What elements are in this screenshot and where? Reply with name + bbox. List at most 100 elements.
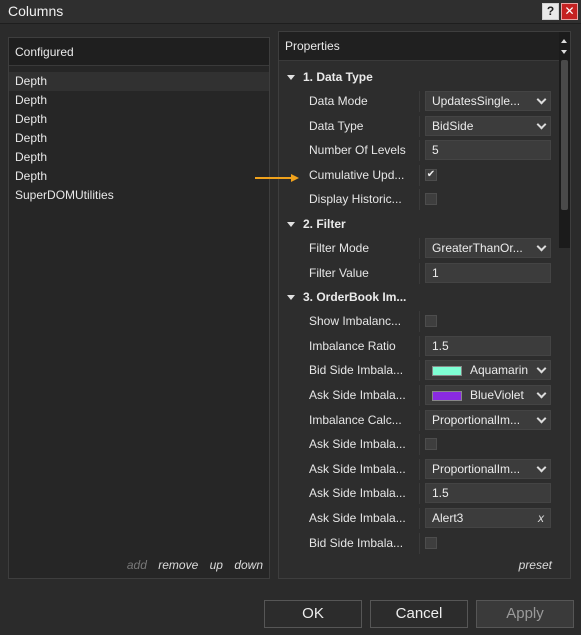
prop-ask-side-ratio: Ask Side Imbala... 1.5: [279, 481, 560, 506]
prop-imbalance-calc: Imbalance Calc... ProportionalIm...: [279, 408, 560, 433]
annotation-arrow-icon: [255, 174, 299, 182]
chevron-down-icon[interactable]: [538, 415, 546, 423]
chevron-down-icon[interactable]: [538, 96, 546, 104]
up-link[interactable]: up: [210, 558, 223, 572]
prop-label: Bid Side Imbala...: [309, 535, 404, 550]
help-button[interactable]: ?: [542, 3, 559, 20]
list-item[interactable]: Depth: [9, 167, 269, 186]
close-button[interactable]: ✕: [561, 3, 578, 20]
prop-display-historic: Display Historic...: [279, 187, 560, 212]
list-item[interactable]: Depth: [9, 148, 269, 167]
property-grid: 1. Data Type Data Mode UpdatesSingle... …: [279, 65, 560, 555]
down-link[interactable]: down: [234, 558, 263, 572]
show-imbalance-checkbox[interactable]: [425, 315, 437, 328]
data-type-dropdown[interactable]: BidSide: [425, 115, 551, 136]
collapse-triangle-icon[interactable]: [287, 221, 295, 227]
dropdown-value: Aquamarine: [470, 363, 528, 378]
prop-label: Show Imbalanc...: [309, 314, 402, 329]
display-historic-checkbox[interactable]: [425, 193, 437, 206]
ask-side-ratio-field[interactable]: 1.5: [425, 483, 551, 504]
color-swatch: [432, 390, 462, 401]
category-data-type[interactable]: 1. Data Type: [279, 65, 560, 89]
divider: [419, 140, 420, 162]
list-item[interactable]: Depth: [9, 91, 269, 110]
prop-bid-side-check: Bid Side Imbala...: [279, 531, 560, 556]
prop-bid-side-color: Bid Side Imbala... Aquamarine: [279, 358, 560, 383]
divider: [419, 507, 420, 529]
chevron-down-icon[interactable]: [538, 243, 546, 251]
divider: [419, 532, 420, 554]
divider: [419, 164, 420, 186]
chevron-down-icon[interactable]: [538, 390, 546, 398]
properties-header: Properties: [279, 32, 570, 61]
category-label: 3. OrderBook Im...: [303, 290, 407, 305]
data-mode-dropdown[interactable]: UpdatesSingle...: [425, 91, 551, 111]
prop-label: Bid Side Imbala...: [309, 363, 404, 378]
chevron-down-icon[interactable]: [538, 464, 546, 472]
imbalance-calc-dropdown[interactable]: ProportionalIm...: [425, 409, 551, 430]
collapse-triangle-icon[interactable]: [287, 75, 295, 80]
divider: [419, 409, 420, 431]
divider: [419, 237, 420, 259]
configured-header: Configured: [9, 38, 269, 66]
divider: [419, 434, 420, 456]
add-link[interactable]: add: [127, 558, 147, 572]
list-item[interactable]: Depth: [9, 129, 269, 148]
filter-mode-dropdown[interactable]: GreaterThanOr...: [425, 237, 551, 258]
prop-imbalance-ratio: Imbalance Ratio 1.5: [279, 334, 560, 359]
scroll-up-icon[interactable]: [561, 39, 567, 43]
remove-link[interactable]: remove: [158, 558, 198, 572]
preset-link[interactable]: preset: [519, 558, 552, 572]
divider: [419, 262, 420, 284]
category-label: 2. Filter: [303, 216, 346, 231]
prop-label: Imbalance Ratio: [309, 338, 396, 353]
filter-value-field[interactable]: 1: [425, 262, 551, 283]
configured-list: Depth Depth Depth Depth Depth Depth Supe…: [9, 66, 269, 205]
dropdown-value: UpdatesSingle...: [432, 94, 521, 108]
divider: [419, 115, 420, 137]
color-swatch: [432, 366, 462, 377]
bid-side-color-dropdown[interactable]: Aquamarine: [425, 360, 551, 381]
prop-label: Ask Side Imbala...: [309, 486, 406, 501]
apply-button[interactable]: Apply: [476, 600, 574, 628]
divider: [419, 458, 420, 480]
prop-label: Ask Side Imbala...: [309, 461, 406, 476]
scroll-down-icon[interactable]: [561, 50, 567, 54]
ask-side-color-dropdown[interactable]: BlueViolet: [425, 384, 551, 405]
ok-button[interactable]: OK: [264, 600, 362, 628]
clear-icon[interactable]: x: [538, 509, 544, 527]
number-of-levels-field[interactable]: 5: [425, 140, 551, 161]
list-item[interactable]: Depth: [9, 110, 269, 129]
category-filter[interactable]: 2. Filter: [279, 212, 560, 236]
divider: [419, 384, 420, 406]
scroll-thumb[interactable]: [561, 60, 568, 210]
prop-ask-side-calc: Ask Side Imbala... ProportionalIm...: [279, 457, 560, 482]
ask-side-calc-dropdown[interactable]: ProportionalIm...: [425, 458, 551, 479]
dropdown-value: BlueViolet: [470, 387, 524, 402]
bid-side-checkbox[interactable]: [425, 536, 437, 549]
cancel-button[interactable]: Cancel: [370, 600, 468, 628]
ask-side-checkbox[interactable]: [425, 438, 437, 451]
ask-side-alert-field[interactable]: Alert3 x: [425, 507, 551, 528]
field-value: Alert3: [432, 510, 464, 525]
dropdown-value: ProportionalIm...: [432, 461, 521, 476]
chevron-down-icon[interactable]: [538, 121, 546, 129]
chevron-down-icon[interactable]: [538, 365, 546, 373]
category-orderbook-imbalance[interactable]: 3. OrderBook Im...: [279, 285, 560, 309]
properties-scrollbar[interactable]: [559, 32, 570, 248]
imbalance-ratio-field[interactable]: 1.5: [425, 335, 551, 356]
divider: [419, 335, 420, 357]
prop-label: Imbalance Calc...: [309, 412, 402, 427]
configured-panel: Configured Depth Depth Depth Depth Depth…: [8, 37, 270, 579]
cumulative-updates-checkbox[interactable]: ✔: [425, 168, 437, 181]
dropdown-value: ProportionalIm...: [432, 412, 521, 427]
collapse-triangle-icon[interactable]: [287, 295, 295, 301]
divider: [419, 483, 420, 505]
prop-label: Ask Side Imbala...: [309, 437, 406, 452]
list-item[interactable]: SuperDOMUtilities: [9, 186, 269, 205]
list-item[interactable]: Depth: [9, 72, 269, 91]
prop-cumulative-updates: Cumulative Upd... ✔: [279, 163, 560, 188]
prop-label: Cumulative Upd...: [309, 167, 405, 182]
arrow-head: [291, 174, 299, 182]
divider: [419, 360, 420, 382]
